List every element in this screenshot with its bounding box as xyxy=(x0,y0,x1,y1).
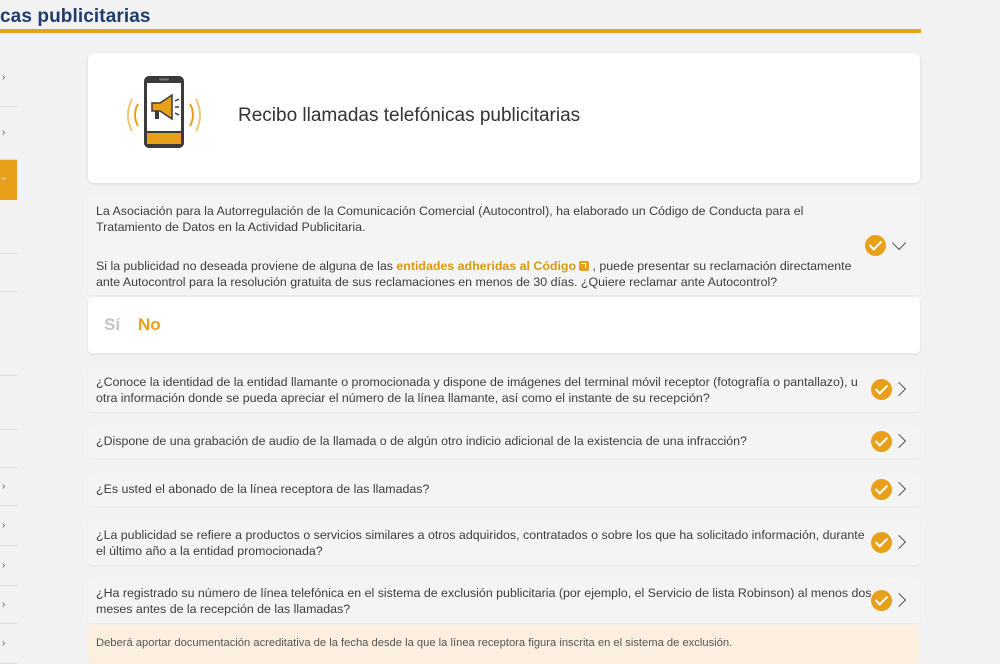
info-note-text: Deberá aportar documentación acreditativ… xyxy=(96,637,733,649)
phone-megaphone-icon xyxy=(122,73,206,157)
page-title: cas publicitarias xyxy=(0,6,151,27)
sidebar-item-active[interactable]: › xyxy=(0,160,17,200)
chevron-right-icon: › xyxy=(2,599,6,610)
answer-options: Sí No xyxy=(88,297,920,353)
answer-no-button[interactable]: No xyxy=(138,315,161,335)
question-2[interactable]: ¿Dispone de una grabación de audio de la… xyxy=(88,425,920,458)
question-1-line-1: ¿Conoce la identidad de la entidad llama… xyxy=(96,375,858,389)
sidebar-item-2[interactable]: › xyxy=(0,107,17,160)
sidebar-item-3[interactable]: › xyxy=(0,468,17,506)
question-4[interactable]: ¿La publicidad se refiere a productos o … xyxy=(88,520,920,565)
intro-line-4: ante Autocontrol para la resolución grat… xyxy=(96,275,778,289)
chevron-right-icon[interactable] xyxy=(891,381,907,397)
check-icon xyxy=(865,235,886,256)
question-1-line-2: otra información donde se pueda apreciar… xyxy=(96,391,710,405)
sidebar-item-4[interactable]: › xyxy=(0,506,17,546)
sidebar-subitem-5[interactable] xyxy=(0,430,17,468)
sidebar-item-7[interactable]: › xyxy=(0,624,17,664)
external-link-icon[interactable] xyxy=(579,261,590,271)
question-5-line-1: ¿Ha registrado su número de línea telefó… xyxy=(96,586,872,600)
chevron-right-icon: › xyxy=(2,127,6,138)
sidebar-item-5[interactable]: › xyxy=(0,546,17,586)
question-5-line-2: meses antes de la recepción de las llama… xyxy=(96,602,351,616)
intro-line-3-end: , puede presentar su reclamación directa… xyxy=(589,259,852,273)
page: cas publicitarias › › › › › › › › xyxy=(0,0,1000,664)
question-1[interactable]: ¿Conoce la identidad de la entidad llama… xyxy=(88,367,920,412)
question-2-line-1: ¿Dispone de una grabación de audio de la… xyxy=(96,434,747,448)
check-icon xyxy=(871,590,892,611)
chevron-right-icon[interactable] xyxy=(891,592,907,608)
answer-si-button[interactable]: Sí xyxy=(104,315,120,335)
hero-card: Recibo llamadas telefónicas publicitaria… xyxy=(88,53,920,183)
chevron-right-icon[interactable] xyxy=(891,433,907,449)
info-note: Deberá aportar documentación acreditativ… xyxy=(88,625,920,664)
intro-line-2: Tratamiento de Datos en la Actividad Pub… xyxy=(96,220,366,234)
chevron-right-icon[interactable] xyxy=(891,481,907,497)
intro-question[interactable]: La Asociación para la Autorregulación de… xyxy=(88,195,920,295)
question-4-line-1: ¿La publicidad se refiere a productos o … xyxy=(96,528,865,542)
chevron-down-icon: › xyxy=(0,177,9,180)
chevron-right-icon: › xyxy=(2,560,6,571)
sidebar-item-1[interactable]: › xyxy=(0,50,17,107)
chevron-right-icon: › xyxy=(2,638,6,649)
sidebar-subitem-1[interactable] xyxy=(0,200,17,254)
question-3-line-1: ¿Es usted el abonado de la línea recepto… xyxy=(96,482,430,496)
question-3[interactable]: ¿Es usted el abonado de la línea recepto… xyxy=(88,473,920,506)
sidebar-item-6[interactable]: › xyxy=(0,586,17,624)
chevron-down-icon[interactable] xyxy=(891,235,907,251)
check-icon xyxy=(871,532,892,553)
check-icon xyxy=(871,479,892,500)
chevron-right-icon: › xyxy=(2,481,6,492)
sidebar-subitem-4[interactable] xyxy=(0,376,17,430)
intro-line-3: Si la publicidad no deseada proviene de … xyxy=(96,258,851,274)
chevron-right-icon: › xyxy=(2,520,6,531)
chevron-right-icon[interactable] xyxy=(891,534,907,550)
sidebar-subitem-2[interactable] xyxy=(0,254,17,292)
hero-title: Recibo llamadas telefónicas publicitaria… xyxy=(238,105,581,126)
sidebar-subitem-3[interactable] xyxy=(0,292,17,376)
question-4-line-2: el último año a la entidad promocionada? xyxy=(96,544,323,558)
check-icon xyxy=(871,431,892,452)
sidebar: › › › › › › › › xyxy=(0,50,17,664)
intro-line-1: La Asociación para la Autorregulación de… xyxy=(96,204,804,218)
intro-line-3-start: Si la publicidad no deseada proviene de … xyxy=(96,259,397,273)
check-icon xyxy=(871,379,892,400)
adhered-entities-link[interactable]: entidades adheridas al Código xyxy=(396,259,576,273)
chevron-right-icon: › xyxy=(2,72,6,83)
question-5[interactable]: ¿Ha registrado su número de línea telefó… xyxy=(88,578,920,623)
title-underline xyxy=(0,29,921,33)
